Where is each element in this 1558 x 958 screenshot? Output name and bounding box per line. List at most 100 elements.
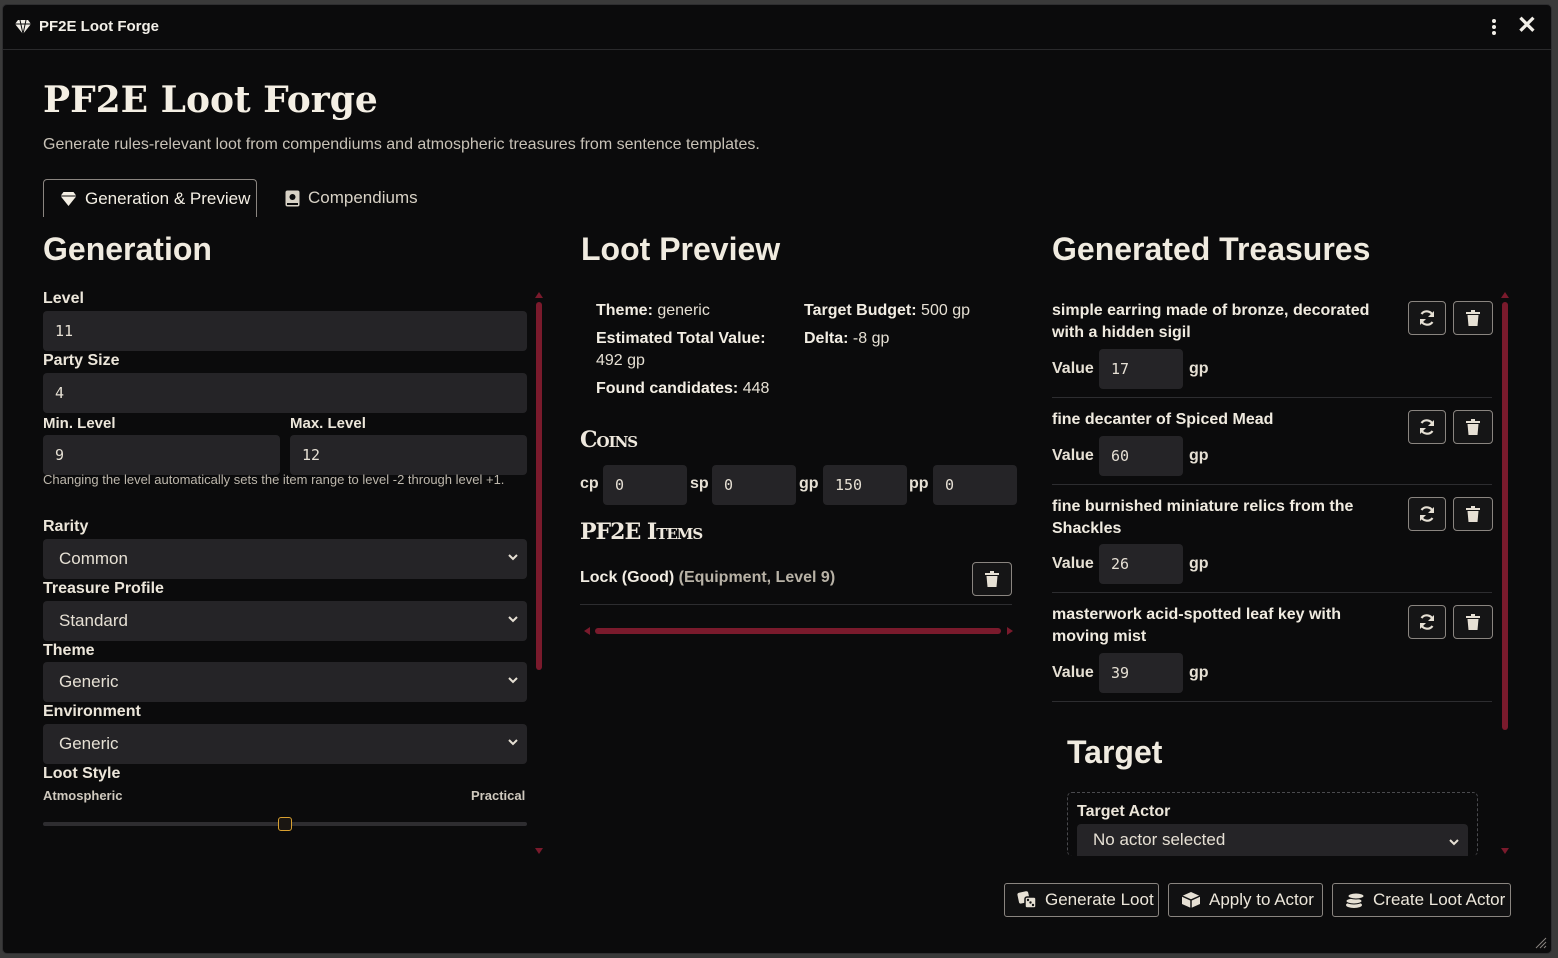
treasure-unit: gp xyxy=(1189,664,1209,681)
treasure-value-label: Value xyxy=(1052,555,1094,572)
trash-icon xyxy=(1466,310,1480,326)
scroll-down-arrow[interactable] xyxy=(535,848,543,854)
target-actor-select[interactable]: No actor selected xyxy=(1077,824,1468,856)
min-level-label: Min. Level xyxy=(43,415,116,432)
tab-generation-preview[interactable]: Generation & Preview xyxy=(43,179,257,217)
scroll-up-arrow[interactable] xyxy=(535,292,543,298)
tab-compendiums[interactable]: Compendiums xyxy=(285,179,418,217)
items-horizontal-scrollbar[interactable] xyxy=(595,628,1001,634)
treasure-value-input[interactable]: 17 xyxy=(1099,349,1183,389)
treasure-profile-value: Standard xyxy=(59,611,128,630)
max-level-label: Max. Level xyxy=(290,415,366,432)
item-divider xyxy=(580,604,1012,605)
environment-value: Generic xyxy=(59,734,119,753)
kebab-menu-icon[interactable] xyxy=(1489,17,1499,37)
rarity-value: Common xyxy=(59,549,128,568)
treasure-value-input[interactable]: 60 xyxy=(1099,436,1183,476)
delete-treasure-button[interactable] xyxy=(1453,497,1493,531)
item-meta: (Equipment, Level 9) xyxy=(678,569,836,586)
loot-style-label: Loot Style xyxy=(43,765,121,782)
treasure-value-label: Value xyxy=(1052,447,1094,464)
scroll-right-arrow[interactable] xyxy=(1007,627,1013,635)
resize-handle-icon[interactable] xyxy=(1535,937,1547,949)
loot-forge-window: PF2E Loot Forge ✕ PF2E Loot Forge Genera… xyxy=(2,4,1552,954)
delete-treasure-button[interactable] xyxy=(1453,605,1493,639)
tab-label: Generation & Preview xyxy=(85,188,251,208)
treasure-unit: gp xyxy=(1189,360,1209,377)
level-input[interactable]: 11 xyxy=(43,311,527,351)
loot-preview-heading: Loot Preview xyxy=(581,231,781,267)
sp-input[interactable]: 0 xyxy=(712,465,796,505)
refresh-icon xyxy=(1419,506,1435,522)
rarity-select[interactable]: Common xyxy=(43,539,527,579)
tab-label: Compendiums xyxy=(308,188,418,207)
loot-style-slider-thumb[interactable] xyxy=(278,817,292,831)
treasure-divider xyxy=(1052,397,1492,398)
cp-input[interactable]: 0 xyxy=(603,465,687,505)
party-size-input[interactable]: 4 xyxy=(43,373,527,413)
treasure-value-input[interactable]: 39 xyxy=(1099,653,1183,693)
theme-select[interactable]: Generic xyxy=(43,662,527,702)
treasure-value-input[interactable]: 26 xyxy=(1099,544,1183,584)
close-icon[interactable]: ✕ xyxy=(1517,14,1537,38)
refresh-icon xyxy=(1419,614,1435,630)
scroll-down-arrow[interactable] xyxy=(1501,848,1509,854)
environment-label: Environment xyxy=(43,703,141,720)
reroll-treasure-button[interactable] xyxy=(1408,605,1446,639)
treasure-profile-label: Treasure Profile xyxy=(43,580,164,597)
delete-treasure-button[interactable] xyxy=(1453,301,1493,335)
treasure-name: masterwork acid-spotted leaf key with mo… xyxy=(1052,606,1341,645)
window-titlebar[interactable]: PF2E Loot Forge ✕ xyxy=(3,5,1551,50)
trash-icon xyxy=(1466,506,1480,522)
treasure-value-label: Value xyxy=(1052,664,1094,681)
create-loot-actor-label: Create Loot Actor xyxy=(1373,890,1506,909)
delete-item-button[interactable] xyxy=(972,562,1012,596)
refresh-icon xyxy=(1419,419,1435,435)
treasures-scrollbar[interactable] xyxy=(1502,302,1508,730)
preview-estimated-label: Estimated Total Value: xyxy=(596,330,766,347)
generate-loot-button[interactable]: Generate Loot xyxy=(1004,883,1159,917)
refresh-icon xyxy=(1419,310,1435,326)
pp-input[interactable]: 0 xyxy=(933,465,1017,505)
gem-icon xyxy=(15,20,31,34)
treasure-divider xyxy=(1052,592,1492,593)
generation-scrollbar[interactable] xyxy=(536,302,542,670)
generate-loot-label: Generate Loot xyxy=(1045,890,1154,909)
reroll-treasure-button[interactable] xyxy=(1408,301,1446,335)
level-hint: Changing the level automatically sets th… xyxy=(43,472,505,487)
window-title: PF2E Loot Forge xyxy=(39,18,159,35)
chevron-down-icon xyxy=(1449,839,1459,846)
trash-icon xyxy=(1466,614,1480,630)
max-level-input[interactable]: 12 xyxy=(290,435,527,475)
coins-heading: Coins xyxy=(580,427,638,453)
treasure-name: fine decanter of Spiced Mead xyxy=(1052,411,1274,428)
box-icon xyxy=(1181,892,1201,908)
chevron-down-icon xyxy=(508,677,518,684)
rarity-label: Rarity xyxy=(43,518,89,535)
page-subtitle: Generate rules-relevant loot from compen… xyxy=(43,136,760,153)
preview-theme: Theme: generic xyxy=(596,302,710,319)
scroll-up-arrow[interactable] xyxy=(1501,292,1509,298)
preview-estimated-value: 492 gp xyxy=(596,352,645,369)
preview-found-candidates: Found candidates: 448 xyxy=(596,380,770,397)
trash-icon xyxy=(1466,419,1480,435)
create-loot-actor-button[interactable]: Create Loot Actor xyxy=(1332,883,1511,917)
treasure-name: simple earring made of bronze, decorated… xyxy=(1052,302,1370,341)
sp-label: sp xyxy=(690,475,709,492)
min-level-input[interactable]: 9 xyxy=(43,435,280,475)
delete-treasure-button[interactable] xyxy=(1453,410,1493,444)
treasure-profile-select[interactable]: Standard xyxy=(43,601,527,641)
apply-to-actor-button[interactable]: Apply to Actor xyxy=(1168,883,1323,917)
scroll-left-arrow[interactable] xyxy=(584,627,590,635)
reroll-treasure-button[interactable] xyxy=(1408,410,1446,444)
cp-label: cp xyxy=(580,475,599,492)
gp-input[interactable]: 150 xyxy=(823,465,907,505)
coins-icon xyxy=(1345,892,1365,908)
reroll-treasure-button[interactable] xyxy=(1408,497,1446,531)
chevron-down-icon xyxy=(508,554,518,561)
theme-label: Theme xyxy=(43,642,95,659)
environment-select[interactable]: Generic xyxy=(43,724,527,764)
loot-style-right-label: Practical xyxy=(471,788,526,803)
target-actor-label: Target Actor xyxy=(1077,803,1171,820)
item-row[interactable]: Lock (Good) (Equipment, Level 9) xyxy=(580,569,835,587)
